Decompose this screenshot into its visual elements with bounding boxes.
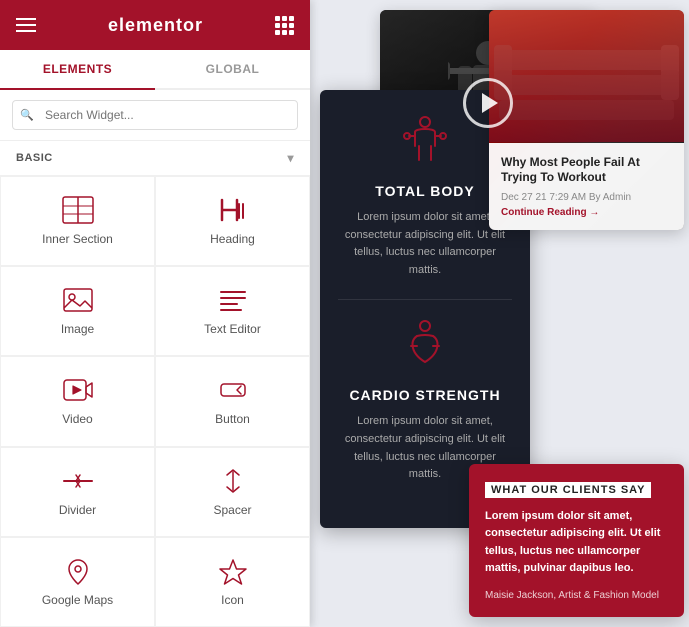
widget-button-label: Button xyxy=(215,412,250,426)
dumbbells-card: Why Most People Fail At Trying To Workou… xyxy=(489,10,684,230)
widget-text-editor[interactable]: Text Editor xyxy=(155,266,310,356)
blog-post-time: 7:29 AM xyxy=(549,192,586,203)
widget-heading-label: Heading xyxy=(210,232,255,246)
widget-divider-label: Divider xyxy=(59,503,96,517)
total-body-title: TOTAL BODY xyxy=(338,183,512,199)
red-overlay xyxy=(489,10,684,142)
widget-divider[interactable]: Divider xyxy=(0,447,155,537)
widget-button[interactable]: Button xyxy=(155,356,310,446)
cardio-icon-wrap xyxy=(338,318,512,379)
widget-inner-section[interactable]: Inner Section xyxy=(0,176,155,266)
widgets-grid: Inner Section Heading Image xyxy=(0,176,310,627)
play-button[interactable] xyxy=(463,78,513,128)
apps-grid-button[interactable] xyxy=(275,16,294,35)
blog-post-meta: Dec 27 21 7:29 AM By Admin xyxy=(501,192,672,203)
inner-section-icon xyxy=(62,196,94,224)
widget-spacer[interactable]: Spacer xyxy=(155,447,310,537)
widget-text-editor-label: Text Editor xyxy=(204,322,261,336)
preview-area: TOTAL BODY Lorem ipsum dolor sit amet, c… xyxy=(320,10,684,617)
button-icon xyxy=(217,376,249,404)
basic-section-label: BASIC xyxy=(16,152,53,164)
blog-post-overlay: Why Most People Fail At Trying To Workou… xyxy=(489,143,684,230)
divider-icon xyxy=(62,467,94,495)
widget-icon[interactable]: Icon xyxy=(155,537,310,627)
elementor-logo: elementor xyxy=(108,15,203,36)
star-icon xyxy=(217,557,249,585)
section-chevron-icon[interactable]: ▾ xyxy=(287,151,294,165)
widget-icon-label: Icon xyxy=(221,593,244,607)
map-icon xyxy=(62,557,94,585)
widget-google-maps-label: Google Maps xyxy=(42,593,113,607)
sidebar-header: elementor xyxy=(0,0,310,50)
total-body-svg-icon xyxy=(401,114,449,162)
sidebar-panel: elementor ELEMENTS GLOBAL BASIC ▾ xyxy=(0,0,310,627)
widget-spacer-label: Spacer xyxy=(213,503,251,517)
search-input[interactable] xyxy=(12,100,298,130)
widget-image[interactable]: Image xyxy=(0,266,155,356)
widget-video[interactable]: Video xyxy=(0,356,155,446)
blog-post-date: Dec 27 21 xyxy=(501,192,547,203)
widget-inner-section-label: Inner Section xyxy=(42,232,113,246)
text-editor-icon xyxy=(217,286,249,314)
hamburger-menu-button[interactable] xyxy=(16,18,36,32)
panel-tabs: ELEMENTS GLOBAL xyxy=(0,50,310,90)
testimonial-card: WHAT OUR CLIENTS SAY Lorem ipsum dolor s… xyxy=(469,464,684,617)
total-body-description: Lorem ipsum dolor sit amet, consectetur … xyxy=(338,209,512,279)
tab-elements[interactable]: ELEMENTS xyxy=(0,50,155,90)
testimonial-quote: Lorem ipsum dolor sit amet, consectetur … xyxy=(485,508,668,578)
testimonial-author: Maisie Jackson, Artist & Fashion Model xyxy=(485,590,668,601)
read-more-link[interactable]: Continue Reading xyxy=(501,207,672,218)
heading-icon xyxy=(217,196,249,224)
basic-section-header: BASIC ▾ xyxy=(0,141,310,176)
tab-global[interactable]: GLOBAL xyxy=(155,50,310,88)
widget-heading[interactable]: Heading xyxy=(155,176,310,266)
cardio-svg-icon xyxy=(401,318,449,366)
cardio-title: CARDIO STRENGTH xyxy=(338,387,512,403)
blog-post-author: By Admin xyxy=(589,192,631,203)
spacer-icon xyxy=(217,467,249,495)
search-bar xyxy=(0,90,310,141)
testimonial-section-label: WHAT OUR CLIENTS SAY xyxy=(485,482,651,498)
image-icon xyxy=(62,286,94,314)
video-icon xyxy=(62,376,94,404)
widget-google-maps[interactable]: Google Maps xyxy=(0,537,155,627)
blog-post-title: Why Most People Fail At Trying To Workou… xyxy=(501,155,672,186)
widget-image-label: Image xyxy=(61,322,94,336)
card-divider xyxy=(338,299,512,300)
widget-video-label: Video xyxy=(62,412,92,426)
